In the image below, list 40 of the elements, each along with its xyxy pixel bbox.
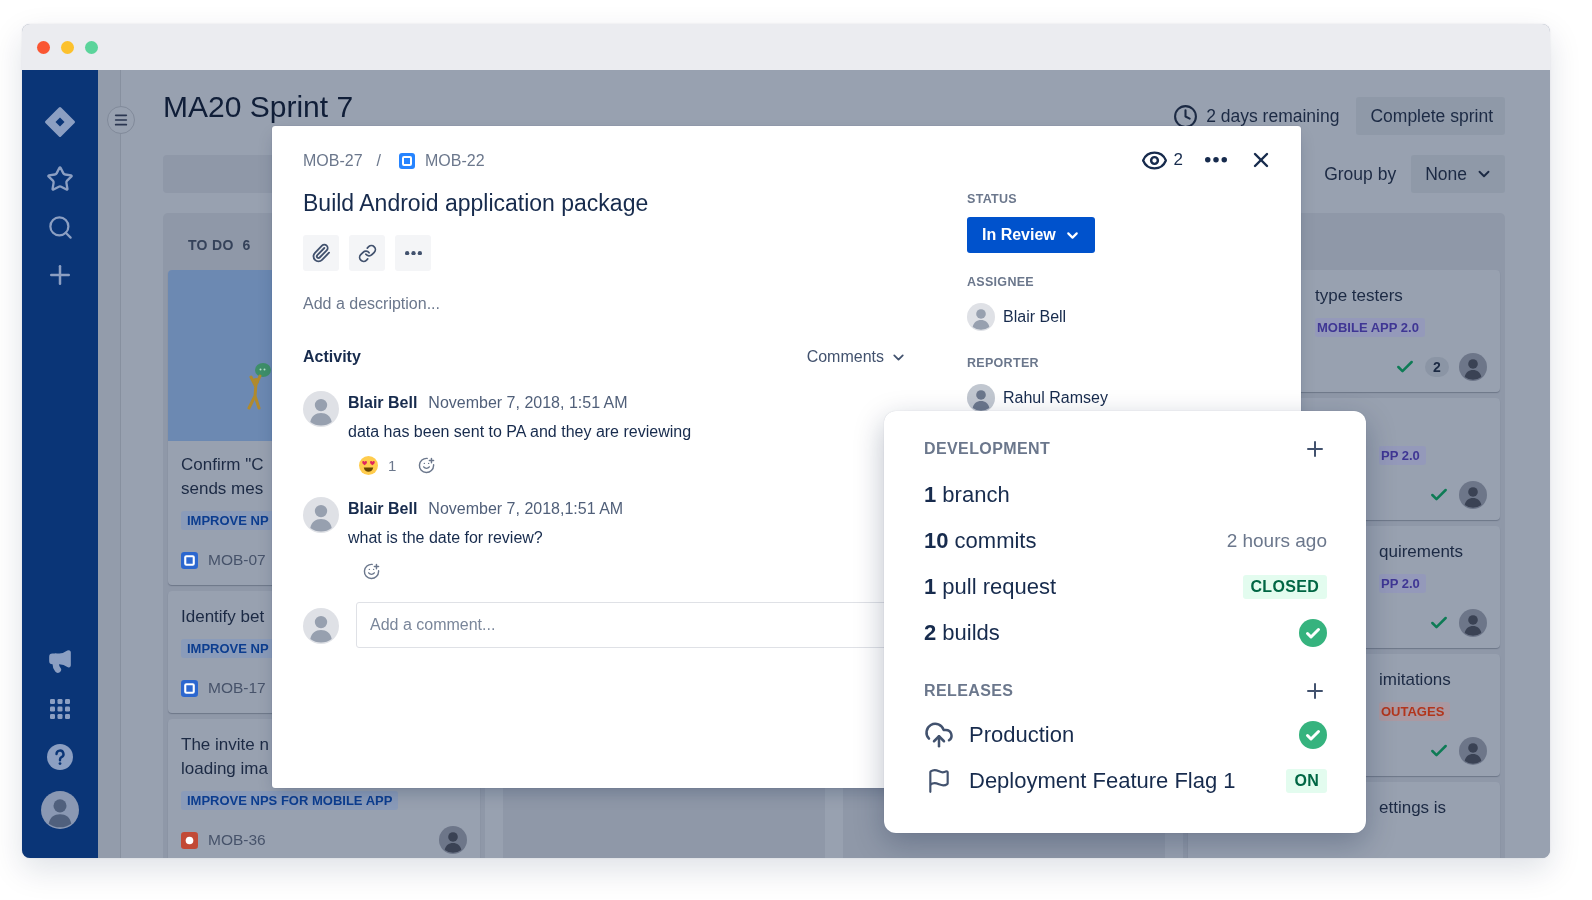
issue-key: MOB-36 — [208, 831, 266, 849]
epic-tag: PP 2.0 — [1379, 574, 1426, 593]
epic-tag: IMPROVE NP — [181, 639, 275, 658]
column-count: 6 — [242, 236, 251, 254]
comment-body: data has been sent to PA and they are reviewing — [348, 422, 692, 442]
assignee-name: Blair Bell — [1003, 308, 1067, 326]
epic-tag: IMPROVE NP — [181, 511, 275, 530]
epic-tag: IMPROVE NPS FOR MOBILE APP — [181, 791, 399, 810]
state-badge: ON — [1286, 769, 1327, 793]
epic-tag: MOBILE APP 2.0 — [1315, 318, 1425, 337]
card-title: imitations — [1379, 669, 1451, 691]
group-by-label: Group by — [1324, 163, 1397, 185]
board-title: MA20 Sprint 7 — [163, 89, 354, 125]
time-remaining: 2 days remaining — [1206, 105, 1340, 127]
card-title: The invite n loading ima — [181, 734, 270, 780]
comment-time: November 7, 2018,1:51 AM — [428, 500, 624, 518]
column-title: TO DO — [188, 236, 234, 254]
commit-time: 2 hours ago — [1226, 530, 1327, 552]
breadcrumb-separator: / — [376, 152, 382, 170]
comment-time: November 7, 2018, 1:51 AM — [428, 394, 628, 412]
card-title: type testers — [1315, 285, 1403, 307]
field-label: STATUS — [967, 191, 1017, 207]
card-title: Confirm "C sends mes — [181, 454, 265, 500]
estimate-badge: 2 — [1425, 357, 1449, 377]
activity-heading: Activity — [303, 348, 361, 366]
section-heading: RELEASES — [924, 682, 1014, 700]
issue-title: Build Android application package — [303, 189, 650, 218]
field-label: REPORTER — [967, 355, 1039, 371]
epic-tag: PP 2.0 — [1379, 446, 1426, 465]
section-heading: DEVELOPMENT — [924, 440, 1051, 458]
card-title: Identify bet — [181, 606, 265, 628]
comment-body: what is the date for review? — [348, 528, 543, 548]
issue-key: MOB-17 — [208, 679, 266, 697]
reporter-name: Rahul Ramsey — [1003, 389, 1108, 407]
state-badge: CLOSED — [1242, 575, 1327, 599]
field-label: ASSIGNEE — [967, 274, 1034, 290]
card-title: quirements — [1379, 541, 1464, 563]
card-title: ettings is — [1379, 797, 1447, 819]
epic-tag: OUTAGES — [1379, 702, 1451, 721]
issue-key: MOB-07 — [208, 551, 266, 569]
